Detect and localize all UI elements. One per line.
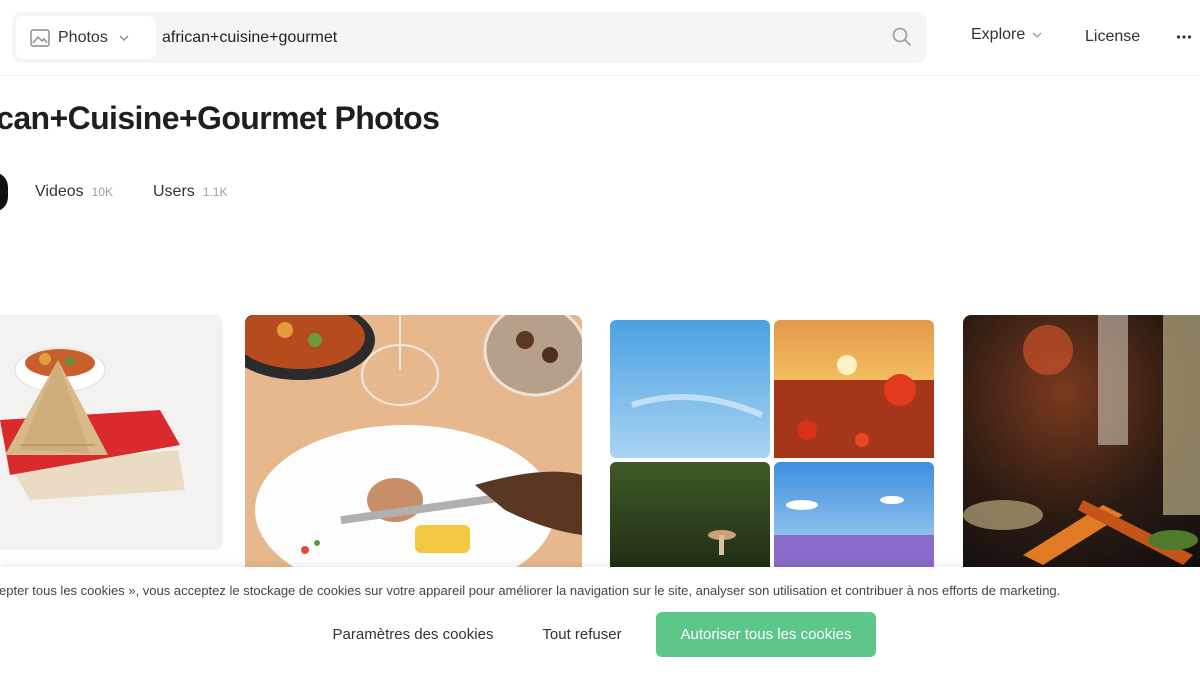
tab-videos-label: Videos xyxy=(35,183,84,200)
chevron-down-icon xyxy=(119,35,129,41)
search-input[interactable] xyxy=(162,16,882,59)
gourmet-image xyxy=(963,315,1200,575)
search-type-dropdown[interactable]: Photos xyxy=(16,16,156,59)
nav-explore[interactable]: Explore xyxy=(971,26,1043,44)
refuse-all-button[interactable]: Tout refuser xyxy=(528,612,636,657)
tab-photos-active[interactable] xyxy=(0,172,8,212)
tab-users-count: 1.1K xyxy=(202,185,228,199)
accept-all-cookies-button[interactable]: Autoriser tous les cookies xyxy=(656,612,876,657)
tab-users-label: Users xyxy=(153,183,195,200)
samosa-image xyxy=(0,315,223,550)
collage-image xyxy=(602,315,942,575)
photo-card-samosa[interactable] xyxy=(0,315,223,550)
image-icon xyxy=(30,28,50,47)
cutting-food-image xyxy=(245,315,582,575)
top-header: Photos Explore License xyxy=(0,0,1200,76)
tab-users[interactable]: Users 1.1K xyxy=(153,183,227,201)
search-bar: Photos xyxy=(12,12,927,63)
photo-card-cutting-food[interactable] xyxy=(245,315,582,575)
cookie-banner: ccepter tous les cookies », vous accepte… xyxy=(0,567,1200,675)
more-options-icon[interactable] xyxy=(1176,26,1192,46)
chevron-down-icon xyxy=(1032,32,1042,38)
page-title: rican+Cuisine+Gourmet Photos xyxy=(0,100,440,136)
tab-videos-count: 10K xyxy=(91,185,113,199)
search-type-label: Photos xyxy=(58,28,108,46)
photo-card-collage[interactable] xyxy=(602,315,942,575)
cookie-settings-button[interactable]: Paramètres des cookies xyxy=(320,612,506,657)
nav-license[interactable]: License xyxy=(1085,28,1140,46)
photo-card-gourmet[interactable] xyxy=(963,315,1200,575)
search-icon[interactable] xyxy=(891,26,913,48)
cookie-banner-text: ccepter tous les cookies », vous accepte… xyxy=(0,583,1061,598)
nav-explore-label: Explore xyxy=(971,26,1026,43)
tab-videos[interactable]: Videos 10K xyxy=(35,183,113,201)
